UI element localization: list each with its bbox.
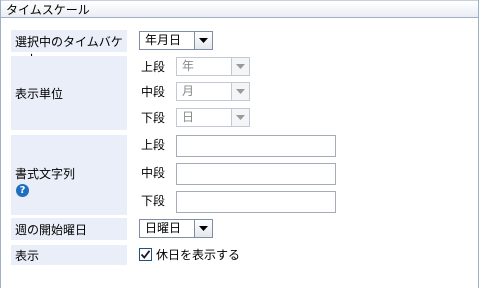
display-unit-middle-label: 中段 xyxy=(141,85,166,99)
display-label: 表示 xyxy=(15,249,40,263)
chevron-down-icon xyxy=(236,115,245,120)
display-unit-middle-dropdown[interactable]: 月 xyxy=(176,82,250,101)
format-string-middle-label: 中段 xyxy=(141,166,166,180)
chevron-down-icon xyxy=(199,38,208,43)
display-unit-lower-label: 下段 xyxy=(141,111,166,125)
show-holidays-label[interactable]: 休日を表示する xyxy=(156,247,240,263)
selected-bucket-label-cell: 選択中のタイムバケット xyxy=(11,30,127,66)
format-string-upper-input[interactable] xyxy=(176,135,336,157)
display-unit-lower-dropdown[interactable]: 日 xyxy=(176,108,250,127)
format-string-label-cell: 書式文字列 ? xyxy=(11,135,127,215)
display-unit-upper-label: 上段 xyxy=(141,60,166,74)
help-icon[interactable]: ? xyxy=(16,184,29,197)
display-label-cell: 表示 xyxy=(11,245,127,265)
display-unit-label-cell: 表示単位 xyxy=(11,56,127,130)
chevron-down-icon xyxy=(199,226,208,231)
format-string-lower-label: 下段 xyxy=(141,194,166,208)
display-unit-lower-button[interactable] xyxy=(231,109,249,126)
selected-bucket-dropdown-button[interactable] xyxy=(194,32,212,49)
display-unit-upper-button[interactable] xyxy=(231,58,249,75)
panel-header: タイムスケール xyxy=(1,0,478,18)
checkmark-icon xyxy=(140,250,151,259)
format-string-label: 書式文字列 xyxy=(15,167,76,181)
show-holidays-checkbox[interactable] xyxy=(139,248,152,261)
week-start-dropdown[interactable]: 日曜日 xyxy=(139,219,213,238)
selected-bucket-value: 年月日 xyxy=(145,33,182,47)
display-unit-lower-value: 日 xyxy=(182,110,195,124)
week-start-value: 日曜日 xyxy=(145,221,182,235)
display-unit-middle-button[interactable] xyxy=(231,83,249,100)
display-unit-middle-value: 月 xyxy=(182,84,195,98)
format-string-middle-input[interactable] xyxy=(176,163,336,185)
display-unit-upper-value: 年 xyxy=(182,59,195,73)
panel-title: タイムスケール xyxy=(6,3,90,17)
display-unit-upper-dropdown[interactable]: 年 xyxy=(176,57,250,76)
week-start-label: 週の開始曜日 xyxy=(15,223,88,237)
chevron-down-icon xyxy=(236,64,245,69)
week-start-label-cell: 週の開始曜日 xyxy=(11,218,127,240)
format-string-upper-label: 上段 xyxy=(141,138,166,152)
week-start-dropdown-button[interactable] xyxy=(194,220,212,237)
timescale-panel: タイムスケール 選択中のタイムバケット 年月日 表示単位 上段 年 中段 月 下… xyxy=(0,0,479,288)
selected-bucket-dropdown[interactable]: 年月日 xyxy=(139,31,213,50)
format-string-lower-input[interactable] xyxy=(176,191,336,213)
chevron-down-icon xyxy=(236,89,245,94)
display-unit-label: 表示単位 xyxy=(15,87,64,101)
